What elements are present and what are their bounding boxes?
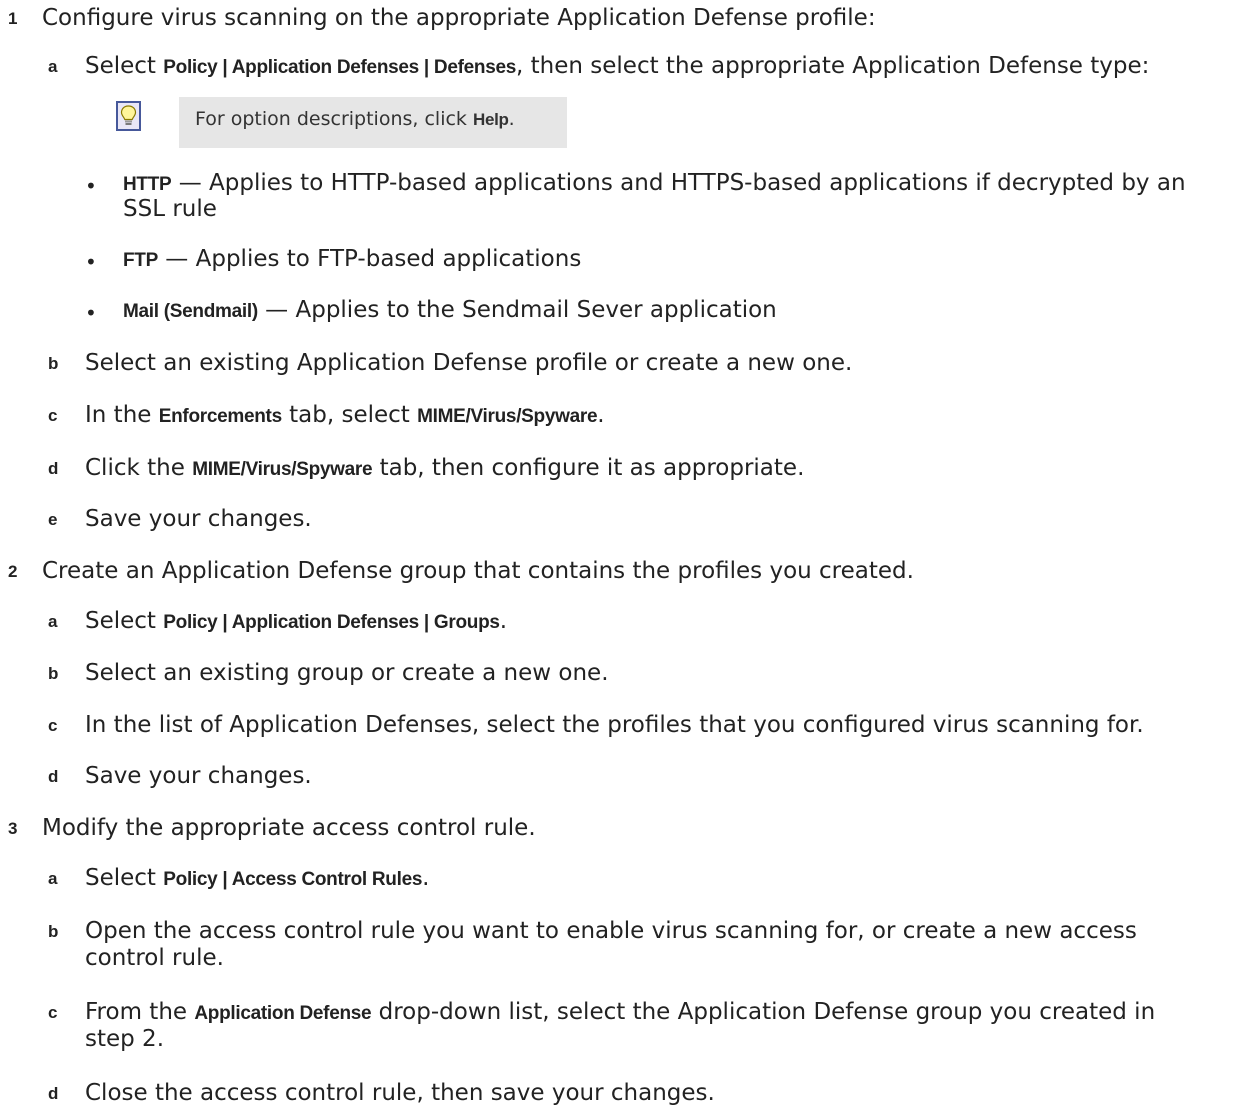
substep-letter: a: [48, 612, 58, 631]
tip-note: For option descriptions, click Help.: [179, 97, 567, 148]
menu-path-access-control-rules: Access Control Rules: [231, 869, 423, 890]
bullet-dot: •: [85, 250, 97, 274]
step-number: 3: [8, 819, 18, 838]
bullet-label: FTP: [123, 250, 158, 271]
substep-text-continued: control rule.: [85, 945, 224, 971]
menu-path-defenses: Defenses: [433, 57, 517, 78]
tab-reference-enforcements: Enforcements: [158, 406, 282, 427]
menu-path-application-defenses: Application Defenses: [231, 612, 420, 633]
substep-letter: d: [48, 767, 59, 786]
substep-letter: b: [48, 922, 59, 941]
substep-letter: e: [48, 510, 58, 529]
bullet-text: Mail (Sendmail) — Applies to the Sendmai…: [123, 297, 777, 323]
field-reference-application-defense: Application Defense: [194, 1003, 372, 1024]
substep-letter: d: [48, 459, 59, 478]
step-number: 1: [8, 9, 18, 28]
bullet-dot: •: [85, 174, 97, 198]
substep-text: Save your changes.: [85, 506, 312, 532]
substep-text: Open the access control rule you want to…: [85, 918, 1137, 944]
substep-text: In the Enforcements tab, select MIME/Vir…: [85, 402, 605, 428]
substep-text: Select Policy | Application Defenses | D…: [85, 53, 1150, 79]
substep-letter: b: [48, 354, 59, 373]
substep-letter: c: [48, 716, 58, 735]
bullet-dot: •: [85, 301, 97, 325]
menu-path-groups: Groups: [433, 612, 500, 633]
help-reference: Help: [472, 110, 509, 129]
menu-path-policy: Policy: [163, 612, 218, 633]
substep-letter: c: [48, 406, 58, 425]
substep-text: From the Application Defense drop-down l…: [85, 999, 1156, 1025]
substep-text: Save your changes.: [85, 763, 312, 789]
substep-letter: c: [48, 1003, 58, 1022]
bullet-label: HTTP: [123, 174, 172, 195]
lightbulb-icon: [116, 101, 141, 131]
substep-text: Close the access control rule, then save…: [85, 1080, 715, 1106]
substep-text: Select an existing group or create a new…: [85, 660, 609, 686]
tab-reference-mime: MIME/Virus/Spyware: [192, 459, 373, 480]
bullet-text: FTP — Applies to FTP-based applications: [123, 246, 582, 272]
substep-text: Click the MIME/Virus/Spyware tab, then c…: [85, 455, 805, 481]
substep-text: In the list of Application Defenses, sel…: [85, 712, 1144, 738]
substep-text: Select Policy | Application Defenses | G…: [85, 608, 507, 634]
step-text: Create an Application Defense group that…: [42, 558, 914, 584]
step-number: 2: [8, 562, 18, 581]
substep-letter: b: [48, 664, 59, 683]
substep-letter: a: [48, 57, 58, 76]
menu-path-policy: Policy: [163, 869, 218, 890]
substep-text: Select an existing Application Defense p…: [85, 350, 853, 376]
menu-path-application-defenses: Application Defenses: [231, 57, 420, 78]
bullet-text-continued: SSL rule: [123, 196, 217, 222]
option-reference-mime: MIME/Virus/Spyware: [417, 406, 598, 427]
tip-text: For option descriptions, click Help.: [195, 108, 515, 130]
step-text: Configure virus scanning on the appropri…: [42, 5, 876, 31]
substep-letter: d: [48, 1084, 59, 1103]
bullet-text: HTTP — Applies to HTTP-based application…: [123, 170, 1186, 196]
step-text: Modify the appropriate access control ru…: [42, 815, 536, 841]
menu-path-policy: Policy: [163, 57, 218, 78]
substep-text-continued: step 2.: [85, 1026, 165, 1052]
bullet-label: Mail (Sendmail): [123, 301, 258, 322]
substep-text: Select Policy | Access Control Rules.: [85, 865, 430, 891]
substep-letter: a: [48, 869, 58, 888]
